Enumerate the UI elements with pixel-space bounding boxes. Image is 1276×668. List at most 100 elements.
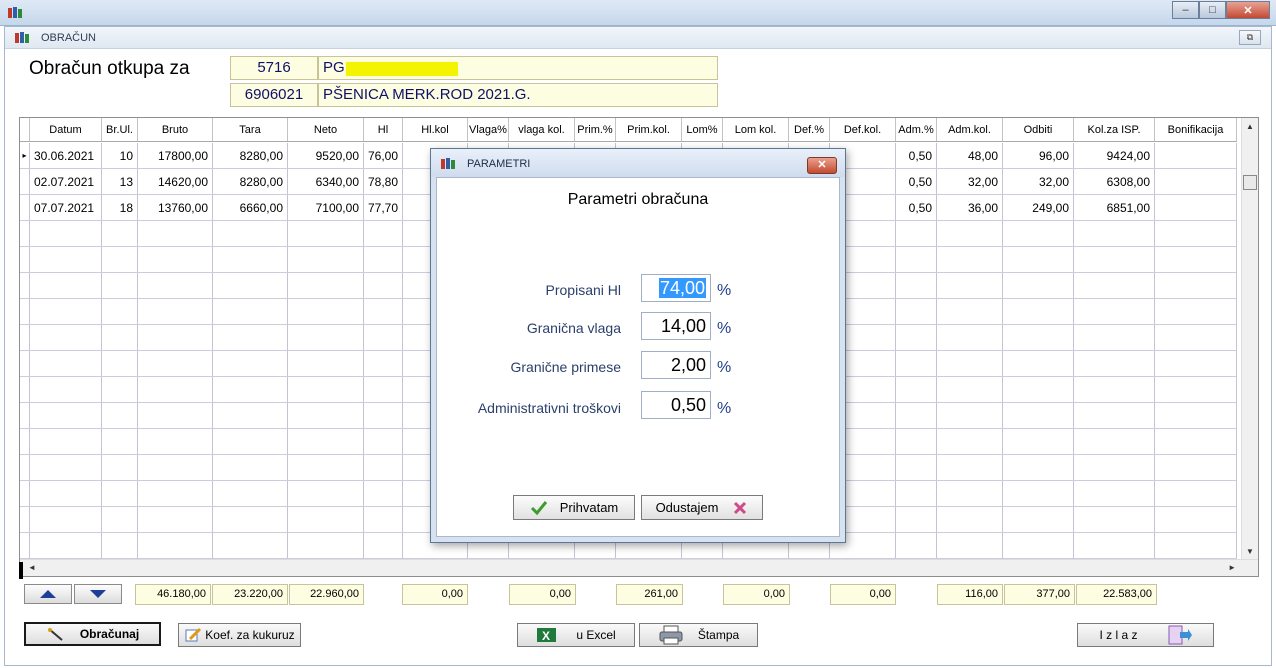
table-cell	[1155, 481, 1237, 506]
column-header[interactable]: vlaga kol.	[509, 118, 575, 141]
minimize-button[interactable]: –	[1172, 1, 1199, 19]
izlaz-label: I z l a z	[1099, 628, 1138, 642]
table-cell	[364, 403, 403, 428]
column-header[interactable]: Hl.kol	[403, 118, 468, 141]
table-cell	[102, 273, 138, 298]
table-cell	[937, 273, 1003, 298]
column-header[interactable]: Bonifikacija	[1155, 118, 1237, 141]
table-cell	[364, 247, 403, 272]
table-cell	[288, 507, 364, 532]
table-cell	[364, 481, 403, 506]
table-cell	[30, 377, 102, 402]
table-cell: 6660,00	[213, 195, 288, 220]
column-header[interactable]: Prim.kol.	[616, 118, 682, 141]
table-cell	[1074, 377, 1155, 402]
redaction-highlight	[346, 62, 458, 76]
column-header[interactable]: Datum	[30, 118, 102, 141]
granicna-vlaga-input[interactable]: 14,00	[641, 312, 711, 340]
column-header[interactable]: Hl	[364, 118, 403, 141]
table-cell: 249,00	[1003, 195, 1074, 220]
column-header[interactable]: Def.kol.	[830, 118, 896, 141]
prev-record-button[interactable]	[24, 584, 72, 604]
administrativni-troskovi-unit: %	[717, 400, 732, 417]
total-hl-kol: 0,00	[402, 584, 468, 605]
app-title-bar: – □ ✕	[0, 0, 1276, 26]
column-header[interactable]: Adm.kol.	[937, 118, 1003, 141]
print-button[interactable]: Štampa	[639, 623, 758, 647]
table-cell	[288, 403, 364, 428]
column-header[interactable]: Lom%	[682, 118, 723, 141]
table-cell: 0,50	[896, 169, 937, 194]
accept-button[interactable]: Prihvatam	[513, 495, 635, 520]
column-header[interactable]: Kol.za ISP.	[1074, 118, 1155, 141]
table-cell	[937, 221, 1003, 246]
obracunaj-button[interactable]: Obračunaj	[24, 622, 161, 646]
granicne-primese-input[interactable]: 2,00	[641, 351, 711, 379]
table-cell	[937, 429, 1003, 454]
table-cell	[364, 325, 403, 350]
table-cell	[102, 507, 138, 532]
exit-button[interactable]: I z l a z	[1077, 623, 1214, 647]
table-cell	[30, 299, 102, 324]
granicna-vlaga-label: Granična vlaga	[526, 320, 621, 336]
column-header[interactable]: Prim.%	[575, 118, 616, 141]
table-cell	[30, 273, 102, 298]
column-header[interactable]	[20, 118, 30, 141]
table-cell	[937, 377, 1003, 402]
koef-kukuruz-button[interactable]: Koef. za kukuruz	[178, 623, 301, 647]
table-cell	[288, 351, 364, 376]
dialog-icon	[441, 158, 455, 169]
scroll-right-icon[interactable]: ►	[1228, 563, 1236, 572]
column-header[interactable]: Vlaga%	[468, 118, 509, 141]
parametri-dialog: PARAMETRI ✕ Parametri obračuna Propisani…	[430, 148, 846, 543]
propisani-hl-label: Propisani Hl	[545, 282, 621, 298]
maximize-button[interactable]: □	[1199, 1, 1226, 19]
table-cell	[896, 351, 937, 376]
row-indicator	[20, 169, 30, 194]
column-header[interactable]: Bruto	[138, 118, 213, 141]
scroll-down-icon[interactable]: ▼	[1246, 547, 1254, 556]
column-header[interactable]: Lom kol.	[723, 118, 789, 141]
row-indicator	[20, 247, 30, 272]
close-button[interactable]: ✕	[1226, 1, 1270, 19]
cancel-button[interactable]: Odustajem	[641, 495, 763, 520]
table-cell	[30, 325, 102, 350]
vertical-scrollbar[interactable]: ▲ ▼	[1241, 118, 1258, 560]
table-cell	[1155, 221, 1237, 246]
table-cell	[937, 299, 1003, 324]
administrativni-troskovi-input[interactable]: 0,50	[641, 391, 711, 419]
table-cell	[1155, 325, 1237, 350]
scroll-up-icon[interactable]: ▲	[1246, 122, 1254, 131]
column-header[interactable]: Adm.%	[896, 118, 937, 141]
horizontal-scrollbar[interactable]: ◄ ►	[20, 559, 1258, 576]
row-indicator	[20, 195, 30, 220]
table-cell	[1003, 299, 1074, 324]
column-header[interactable]: Br.Ul.	[102, 118, 138, 141]
table-cell	[288, 247, 364, 272]
dialog-close-button[interactable]: ✕	[807, 157, 837, 174]
table-cell: 9424,00	[1074, 143, 1155, 168]
row-indicator	[20, 429, 30, 454]
export-excel-button[interactable]: X u Excel	[517, 623, 635, 647]
propisani-hl-input[interactable]: 74,00	[641, 274, 711, 302]
table-cell	[364, 533, 403, 558]
granicne-primese-label: Granične primese	[510, 359, 622, 375]
row-indicator	[20, 481, 30, 506]
column-header[interactable]: Odbiti	[1003, 118, 1074, 141]
table-cell	[102, 481, 138, 506]
column-header[interactable]: Tara	[213, 118, 288, 141]
scroll-thumb[interactable]	[1243, 175, 1257, 190]
arrow-up-icon	[40, 590, 56, 598]
table-cell	[364, 455, 403, 480]
restore-button[interactable]: ⧉	[1239, 30, 1261, 45]
next-record-button[interactable]	[74, 584, 122, 604]
table-cell	[213, 403, 288, 428]
total-bruto: 46.180,00	[135, 584, 211, 605]
grid-header: Datum Br.Ul. Bruto Tara Neto Hl Hl.kol Vlaga% vl…	[20, 118, 1237, 142]
scroll-left-icon[interactable]: ◄	[28, 563, 36, 572]
total-lom-kol: 0,00	[723, 584, 790, 605]
column-header[interactable]: Neto	[288, 118, 364, 141]
table-cell	[138, 377, 213, 402]
table-cell	[937, 351, 1003, 376]
column-header[interactable]: Def.%	[789, 118, 830, 141]
